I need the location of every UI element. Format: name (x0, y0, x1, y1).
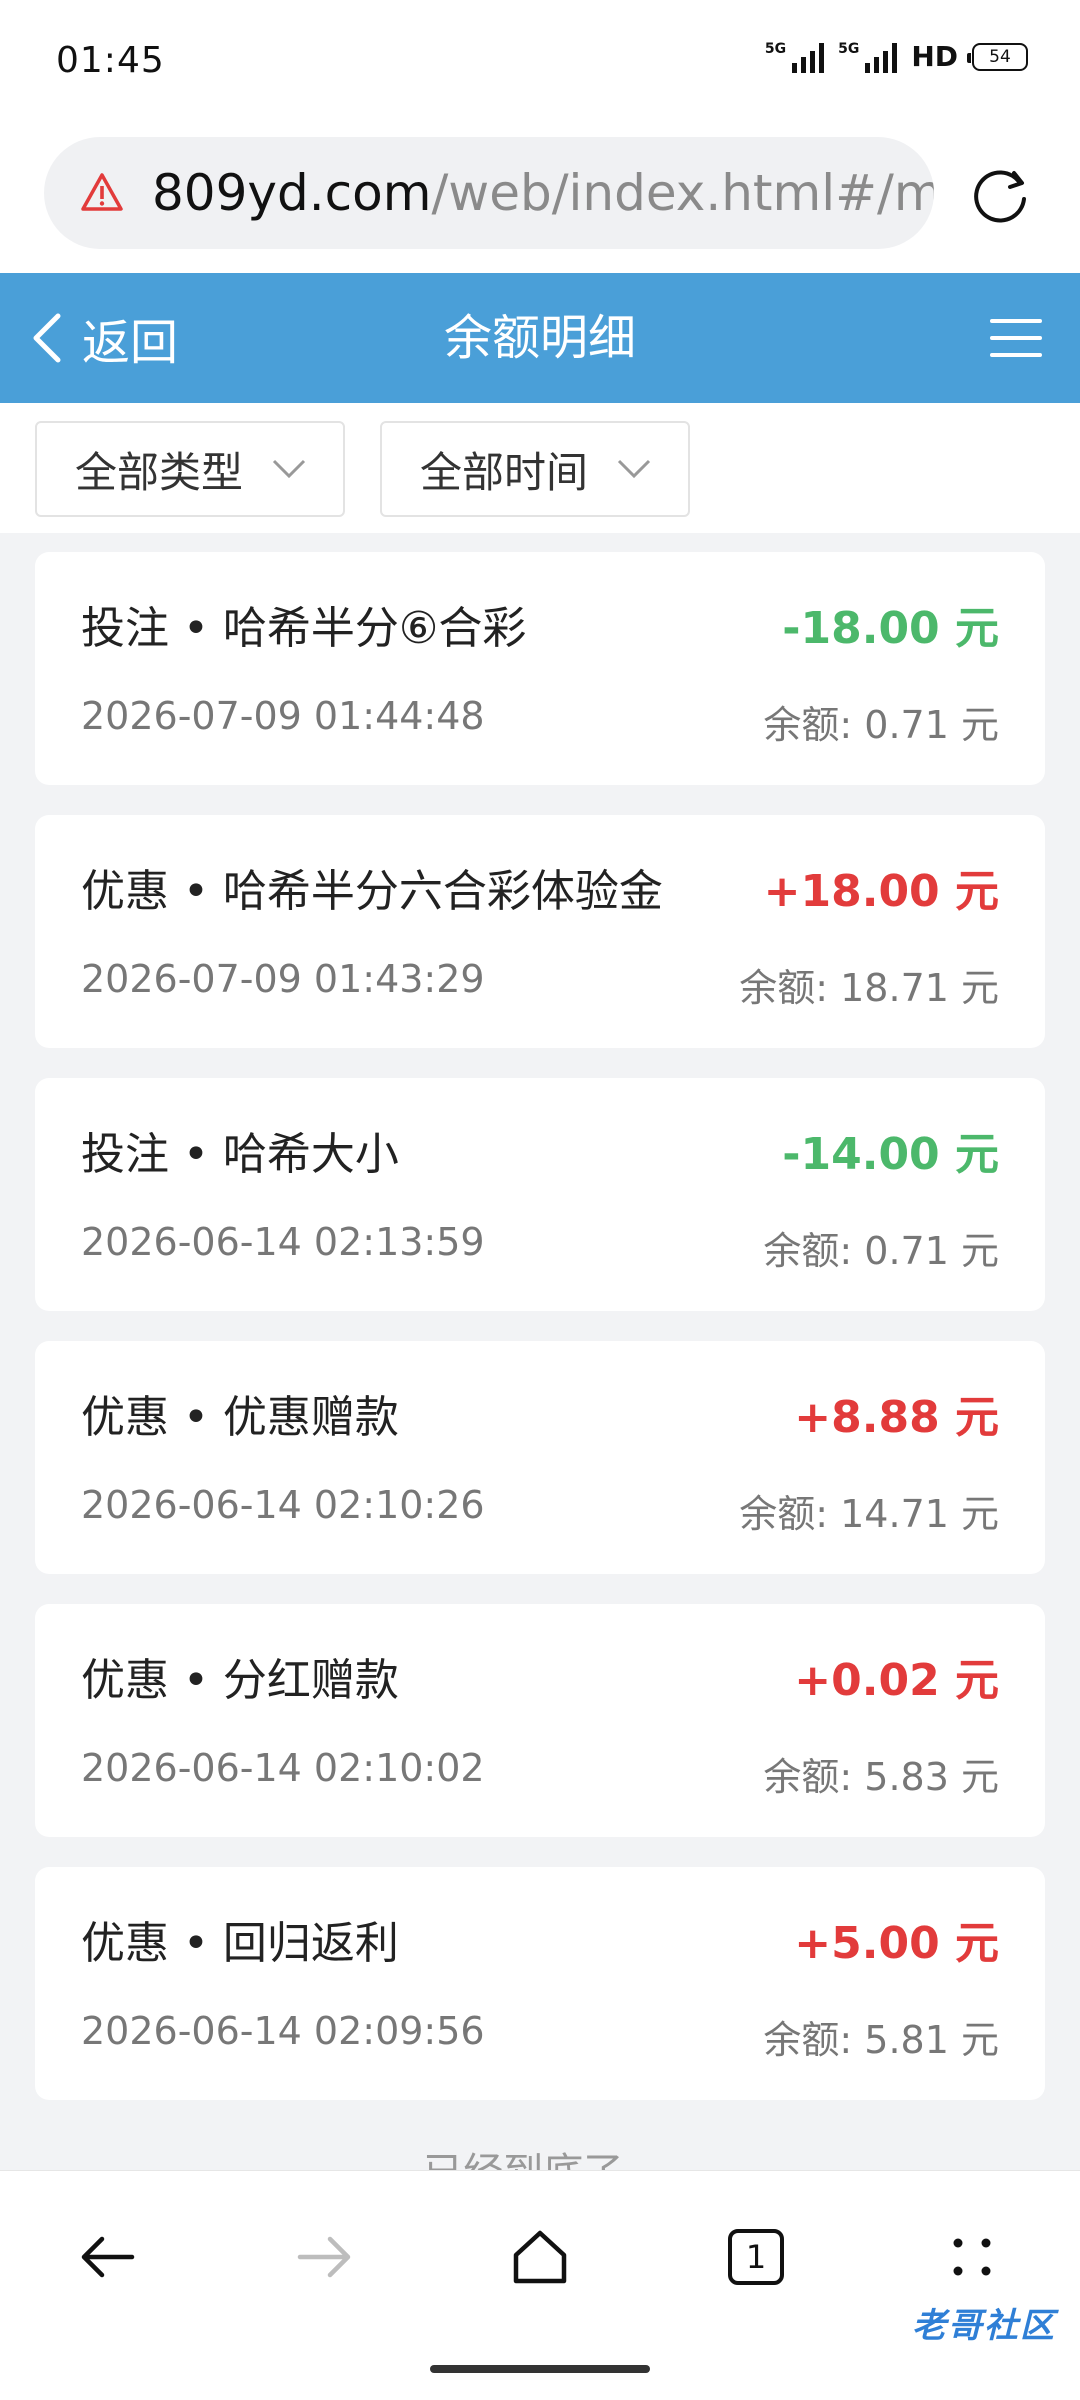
record-balance: 余额: 14.71 元 (739, 1492, 999, 1536)
browser-toolbar: 809yd.com/web/index.html#/my (0, 125, 1080, 273)
record-balance: 余额: 18.71 元 (739, 966, 999, 1010)
record-balance: 余额: 0.71 元 (763, 1229, 999, 1273)
back-button[interactable]: 返回 (30, 273, 178, 403)
record-title: 投注 • 哈希大小 (81, 1129, 399, 1180)
time-filter-dropdown[interactable]: 全部时间 (380, 421, 690, 517)
back-label: 返回 (82, 315, 179, 371)
filter-bar: 全部类型 全部时间 (0, 403, 1080, 533)
list-item[interactable]: 优惠 • 哈希半分六合彩体验金 +18.00 元 2026-07-09 01:4… (35, 815, 1045, 1048)
record-time: 2026-06-14 02:09:56 (81, 2009, 485, 2053)
chevron-left-icon (33, 313, 61, 363)
home-indicator[interactable] (430, 2365, 650, 2373)
signal-icon: 5G (764, 40, 825, 73)
address-bar[interactable]: 809yd.com/web/index.html#/my (44, 137, 934, 249)
record-title: 优惠 • 哈希半分六合彩体验金 (81, 866, 663, 917)
status-time: 01:45 (56, 40, 165, 81)
battery-level: 54 (989, 46, 1011, 67)
watermark: 老哥社区 (912, 2306, 1056, 2346)
tab-count: 1 (728, 2229, 784, 2285)
chevron-down-icon (617, 459, 651, 479)
warning-triangle-icon[interactable] (80, 171, 124, 215)
status-icons: 5G 5G HD 54 (765, 40, 1028, 73)
time-filter-label: 全部时间 (420, 447, 589, 497)
back-arrow-icon[interactable] (70, 2219, 146, 2295)
tabs-icon[interactable]: 1 (718, 2219, 794, 2295)
app-header: 余额明细 返回 (0, 273, 1080, 403)
forward-arrow-icon[interactable] (286, 2219, 362, 2295)
record-balance: 余额: 0.71 元 (763, 703, 999, 747)
type-filter-dropdown[interactable]: 全部类型 (35, 421, 345, 517)
url-path: /web/index.html#/my (431, 164, 934, 222)
browser-bottom-bar: 1 (0, 2170, 1080, 2400)
more-icon[interactable] (934, 2219, 1010, 2295)
network-type: 5G (764, 40, 787, 57)
list-item[interactable]: 投注 • 哈希大小 -14.00 元 2026-06-14 02:13:59 余… (35, 1078, 1045, 1311)
record-time: 2026-06-14 02:10:26 (81, 1483, 485, 1527)
record-time: 2026-06-14 02:13:59 (81, 1220, 485, 1264)
battery-icon: 54 (967, 42, 1028, 71)
record-time: 2026-07-09 01:43:29 (81, 957, 485, 1001)
record-title: 优惠 • 分红赠款 (81, 1655, 399, 1706)
network-type: 5G (838, 40, 860, 57)
record-amount: +0.02 元 (794, 1655, 999, 1706)
chevron-down-icon (272, 459, 306, 479)
record-time: 2026-06-14 02:10:02 (81, 1746, 485, 1790)
hd-icon: HD (911, 40, 958, 73)
record-balance: 余额: 5.83 元 (763, 1755, 999, 1799)
status-bar: 01:45 5G 5G HD 54 (0, 0, 1080, 125)
list-item[interactable]: 优惠 • 优惠赠款 +8.88 元 2026-06-14 02:10:26 余额… (35, 1341, 1045, 1574)
signal-icon: 5G (838, 40, 898, 73)
list-item[interactable]: 优惠 • 分红赠款 +0.02 元 2026-06-14 02:10:02 余额… (35, 1604, 1045, 1837)
list-item[interactable]: 投注 • 哈希半分⑥合彩 -18.00 元 2026-07-09 01:44:4… (35, 552, 1045, 785)
record-amount: +18.00 元 (763, 866, 999, 917)
home-icon[interactable] (502, 2219, 578, 2295)
record-title: 投注 • 哈希半分⑥合彩 (81, 603, 527, 654)
list-item[interactable]: 优惠 • 回归返利 +5.00 元 2026-06-14 02:09:56 余额… (35, 1867, 1045, 2100)
record-balance: 余额: 5.81 元 (763, 2018, 999, 2062)
menu-icon[interactable] (990, 319, 1042, 357)
type-filter-label: 全部类型 (75, 447, 244, 497)
record-time: 2026-07-09 01:44:48 (81, 694, 485, 738)
record-amount: -18.00 元 (782, 603, 999, 654)
reload-icon[interactable] (970, 163, 1034, 227)
record-amount: -14.00 元 (782, 1129, 999, 1180)
record-amount: +8.88 元 (794, 1392, 999, 1443)
record-amount: +5.00 元 (794, 1918, 999, 1969)
record-title: 优惠 • 优惠赠款 (81, 1392, 399, 1443)
record-title: 优惠 • 回归返利 (81, 1918, 399, 1969)
url-domain: 809yd.com (152, 164, 432, 222)
